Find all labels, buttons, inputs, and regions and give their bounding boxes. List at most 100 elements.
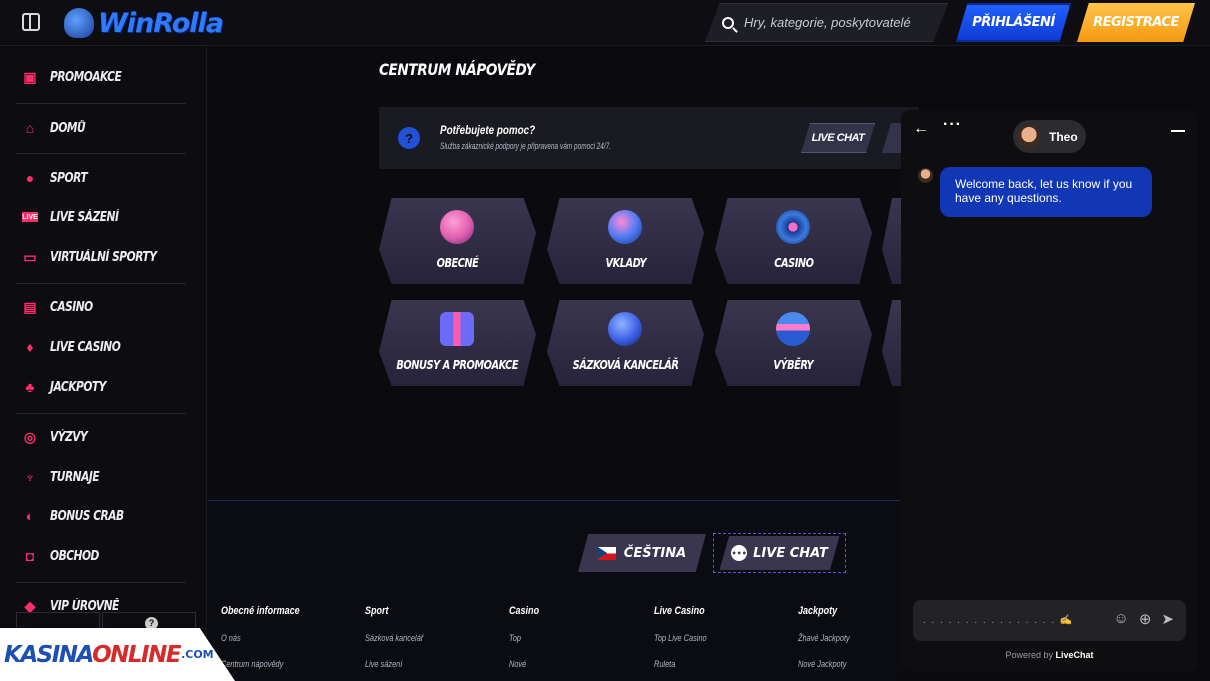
watermark-text-b: ONLINE [92, 641, 181, 668]
chat-message: Welcome back, let us know if you have an… [940, 167, 1152, 217]
sidebar-item-domu[interactable]: ⌂ DOMŮ [22, 116, 93, 140]
footer-column: Obecné informace O nás Centrum nápovědy [221, 605, 317, 681]
footer-livechat-button[interactable]: ••• LIVE CHAT [713, 533, 846, 573]
footer-link[interactable]: Nové Jackpoty [798, 659, 850, 669]
sidebar-item-label: VÝZVY [50, 429, 88, 445]
divider [16, 582, 186, 583]
sidebar-item-label: SPORT [50, 170, 88, 186]
footer-link[interactable]: Nové [509, 659, 539, 669]
category-obecne[interactable]: OBECNÉ [379, 198, 536, 284]
category-label: BONUSY A PROMOAKCE [396, 358, 519, 372]
emoji-icon[interactable]: ☺ [1114, 610, 1129, 628]
footer-link[interactable]: Ruleta [654, 659, 707, 669]
footer-link[interactable]: Žhavé Jackpoty [798, 633, 850, 643]
footer-link[interactable]: Centrum nápovědy [221, 659, 300, 669]
search-input[interactable]: Hry, kategorie, poskytovatelé [705, 3, 948, 42]
sidebar-item-vyzvy[interactable]: ◎ VÝZVY [22, 425, 95, 449]
footer-link[interactable]: O nás [221, 633, 300, 643]
help-livechat-button[interactable]: LIVE CHAT [801, 123, 875, 153]
back-arrow-icon[interactable]: ← [913, 120, 929, 138]
category-label: SÁZKOVÁ KANCELÁŘ [572, 358, 679, 372]
footer-link[interactable]: Top Live Casino [654, 633, 707, 643]
sidebar: ▣ PROMOAKCE ⌂ DOMŮ ● SPORT LIVE LIVE SÁZ… [0, 47, 207, 681]
category-vybery[interactable]: VÝBĚRY [715, 300, 872, 386]
footer-column: Jackpoty Žhavé Jackpoty Nové Jackpoty [798, 605, 861, 681]
attach-icon[interactable]: ⊕ [1139, 610, 1152, 628]
agent-name: Theo [1049, 129, 1078, 144]
minimize-icon[interactable] [1171, 130, 1185, 132]
soccer-ball-icon [608, 312, 642, 346]
sidebar-item-turnaje[interactable]: ♆ TURNAJE [22, 465, 110, 489]
sidebar-item-label: LIVE SÁZENÍ [50, 209, 119, 225]
category-label: CASINO [773, 256, 814, 270]
sidebar-item-casino[interactable]: ▤ CASINO [22, 295, 102, 319]
question-icon: ? [398, 127, 420, 149]
wolf-logo-icon [64, 8, 94, 38]
category-bonusy[interactable]: BONUSY A PROMOAKCE [379, 300, 536, 386]
send-icon[interactable]: ➤ [1161, 610, 1174, 628]
top-bar: WinRolla Hry, kategorie, poskytovatelé P… [0, 0, 1210, 46]
site-logo[interactable]: WinRolla [64, 4, 224, 42]
gift-icon: ▣ [23, 68, 37, 85]
category-label: OBECNÉ [436, 256, 479, 270]
cards-icon: ♦ [26, 339, 34, 355]
login-button[interactable]: PŘIHLÁŠENÍ [956, 3, 1071, 42]
sidebar-item-promoakce[interactable]: ▣ PROMOAKCE [22, 65, 137, 89]
more-options-icon[interactable]: ··· [943, 116, 962, 134]
sidebar-item-obchod[interactable]: ◘ OBCHOD [22, 544, 110, 568]
sidebar-item-label: JACKPOTY [50, 379, 106, 395]
footer-column: Sport Sázková kancelář Live sázení [365, 605, 436, 681]
footer-link[interactable]: Sázková kancelář [365, 633, 423, 643]
watermark-text: KASINAONLINE [4, 641, 182, 668]
watermark-logo: KASINAONLINE .COM [0, 628, 235, 681]
sidebar-item-label: LIVE CASINO [50, 339, 121, 355]
sidebar-item-label: BONUS CRAB [50, 508, 124, 524]
footer: ČEŠTINA ••• LIVE CHAT Obecné informace O… [208, 500, 902, 681]
register-button[interactable]: REGISTRACE [1077, 3, 1195, 42]
page-title: CENTRUM NÁPOVĚDY [379, 60, 535, 79]
category-vklady[interactable]: VKLADY [547, 198, 704, 284]
divider [16, 103, 186, 104]
chat-message-input[interactable]: . . . . . . . . . . . . . . . . ✍ ☺ ⊕ ➤ [913, 600, 1186, 641]
search-placeholder: Hry, kategorie, poskytovatelé [744, 15, 911, 30]
sidebar-item-sport[interactable]: ● SPORT [22, 166, 95, 190]
sidebar-toggle-icon[interactable] [22, 13, 40, 31]
slot-icon: ▤ [23, 298, 37, 315]
footer-link[interactable]: Top [509, 633, 539, 643]
category-casino[interactable]: CASINO [715, 198, 872, 284]
ball-icon: ● [25, 170, 35, 186]
withdraw-coins-icon [776, 312, 810, 346]
crab-icon: ◐ [25, 508, 35, 524]
clover-icon: ♣ [25, 379, 35, 395]
sidebar-item-bonus-crab[interactable]: ◐ BONUS CRAB [22, 504, 140, 528]
sidebar-item-live-casino[interactable]: ♦ LIVE CASINO [22, 335, 136, 359]
footer-heading: Casino [509, 605, 540, 617]
category-sazkova[interactable]: SÁZKOVÁ KANCELÁŘ [547, 300, 704, 386]
footer-heading: Live Casino [654, 605, 705, 617]
footer-link[interactable]: Live sázení [365, 659, 423, 669]
language-label: ČEŠTINA [623, 545, 687, 561]
typing-indicator: . . . . . . . . . . . . . . . . ✍ [923, 615, 1074, 626]
roulette-icon [776, 210, 810, 244]
chips-icon [440, 210, 474, 244]
category-partial[interactable] [882, 198, 902, 284]
chat-header: ← ··· Theo [901, 110, 1198, 160]
language-button[interactable]: ČEŠTINA [578, 534, 706, 572]
agent-badge: Theo [1013, 120, 1086, 153]
category-label: VÝBĚRY [773, 358, 814, 372]
sidebar-item-virtualni-sporty[interactable]: ▭ VIRTUÁLNÍ SPORTY [22, 245, 180, 269]
gift-box-icon [440, 312, 474, 346]
sidebar-item-jackpoty[interactable]: ♣ JACKPOTY [22, 375, 118, 399]
footer-column: Casino Top Nové [509, 605, 546, 681]
sidebar-item-label: CASINO [50, 299, 93, 315]
category-label: VKLADY [605, 256, 646, 270]
watermark-text-a: KASINA [4, 641, 94, 668]
sidebar-item-label: PROMOAKCE [50, 69, 122, 85]
sidebar-item-live-sazeni[interactable]: LIVE LIVE SÁZENÍ [22, 205, 133, 229]
virtual-icon: ▭ [23, 248, 37, 265]
divider [16, 153, 186, 154]
logo-text: WinRolla [98, 7, 224, 39]
livechat-label: LIVE CHAT [753, 545, 828, 561]
avatar [1017, 124, 1041, 149]
category-partial[interactable] [882, 300, 902, 386]
